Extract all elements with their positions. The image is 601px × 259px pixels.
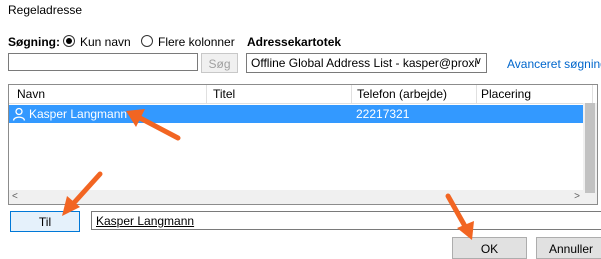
ok-button[interactable]: OK <box>452 237 527 259</box>
to-field-value: Kasper Langmann <box>96 214 195 228</box>
row-phone: 22217321 <box>356 107 410 121</box>
address-book-select[interactable]: Offline Global Address List - kasper@pro… <box>246 53 487 73</box>
radio-more-columns[interactable] <box>141 35 153 47</box>
address-book-label: Adressekartotek <box>247 35 342 49</box>
radio-name-only-label: Kun navn <box>80 35 131 49</box>
cancel-button[interactable]: Annuller <box>536 237 601 259</box>
column-name[interactable]: Navn <box>17 87 45 101</box>
search-button[interactable]: Søg <box>201 53 238 73</box>
row-name: Kasper Langmann <box>29 107 128 121</box>
to-field[interactable]: Kasper Langmann <box>91 211 601 230</box>
search-label: Søgning: <box>8 35 60 49</box>
radio-name-only[interactable] <box>63 35 75 47</box>
address-list[interactable]: Navn Titel Telefon (arbejde) Placering K… <box>8 84 598 205</box>
column-divider[interactable] <box>351 85 352 103</box>
vertical-scrollbar[interactable] <box>583 103 597 204</box>
chevron-down-icon: ∨ <box>474 56 482 67</box>
column-divider[interactable] <box>592 85 593 103</box>
address-book-selected: Offline Global Address List - kasper@pro… <box>251 56 478 70</box>
scroll-right-icon[interactable]: > <box>574 191 580 202</box>
scroll-left-icon[interactable]: < <box>12 191 18 202</box>
search-input[interactable] <box>8 53 198 71</box>
contact-icon <box>12 107 26 121</box>
column-location[interactable]: Placering <box>481 87 531 101</box>
column-title[interactable]: Titel <box>213 87 235 101</box>
column-divider[interactable] <box>206 85 207 103</box>
radio-more-columns-label: Flere kolonner <box>158 35 235 49</box>
to-button[interactable]: Til <box>10 211 80 232</box>
list-header: Navn Titel Telefon (arbejde) Placering <box>9 85 597 104</box>
column-phone[interactable]: Telefon (arbejde) <box>357 87 447 101</box>
horizontal-scrollbar[interactable]: < > <box>9 190 583 204</box>
column-divider[interactable] <box>476 85 477 103</box>
advanced-search-link[interactable]: Avanceret søgning <box>507 57 601 71</box>
table-row[interactable]: Kasper Langmann 22217321 <box>9 105 584 123</box>
scrollbar-thumb[interactable] <box>585 103 595 193</box>
dialog-title: Regeladresse <box>8 3 83 17</box>
